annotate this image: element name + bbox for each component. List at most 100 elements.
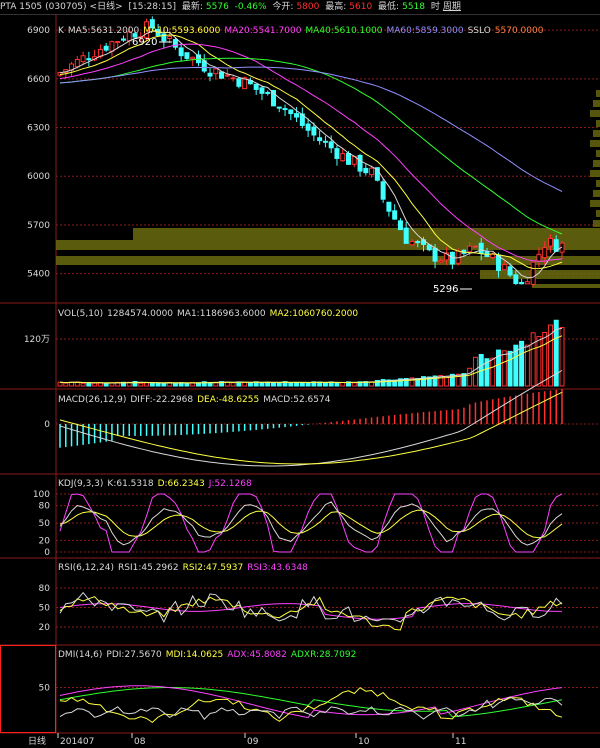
volume-bar	[270, 382, 276, 387]
candle-body	[207, 72, 213, 77]
candle-body	[438, 260, 444, 263]
candle-body	[230, 77, 236, 80]
vol-legend-item-1: 1284574.0000	[107, 309, 173, 319]
main-y-tick-1: 6600	[27, 75, 50, 85]
price-band-4	[532, 284, 600, 288]
volume-bar	[351, 382, 357, 387]
dmi-legend-item-4: ADXR:28.7092	[291, 650, 356, 660]
kdj-legend-item-1: K:61.5318	[107, 479, 153, 489]
rsi1-line	[59, 591, 563, 624]
main-legend-item-7: 5570.0000	[495, 26, 544, 36]
rsi-legend-item-0: RSI(6,12,24)	[58, 563, 114, 573]
candle-body	[328, 141, 334, 149]
macd-y-tick-0: 0	[44, 420, 50, 430]
main-y-tick-5: 5400	[27, 270, 50, 280]
kdj-y-tick-4: 0	[44, 548, 50, 558]
kdj-j-line	[59, 493, 563, 553]
kdj-legend-item-0: KDJ(9,3,3)	[58, 479, 103, 489]
main-y-tick-2: 6300	[27, 124, 50, 134]
volume-bar	[247, 382, 253, 387]
candle-body	[547, 237, 553, 247]
candle-body	[415, 241, 421, 244]
dmi-pdi-line	[59, 696, 563, 720]
macd-legend-item-2: DEA:-48.6255	[197, 395, 259, 405]
candle-body	[103, 45, 109, 51]
rsi-y-tick-1: 50	[39, 604, 51, 614]
volume-bar	[230, 382, 236, 387]
candle-body	[322, 140, 328, 143]
volume-bar	[536, 336, 542, 387]
candle-body	[478, 242, 484, 255]
main-legend-item-3: MA20:5541.7000	[224, 26, 301, 36]
rsi-legend-item-1: RSI1:45.2962	[118, 563, 179, 573]
volume-bar	[172, 382, 178, 387]
candle-body	[369, 167, 375, 176]
vol-legend-item-2: MA1:1186963.6000	[177, 309, 266, 319]
volume-bar	[288, 382, 294, 387]
kdj-y-tick-1: 80	[39, 502, 51, 512]
profile-bar-13	[593, 220, 600, 227]
main-legend-item-4: MA40:5610.1000	[305, 26, 382, 36]
kline-chart[interactable]: 6900 6600 6300 6000 5700 5400 6920 5296 K MA5:563…	[0, 0, 600, 748]
rsi-y-tick-0: 80	[39, 584, 51, 594]
candle-body	[403, 227, 409, 244]
volume-bar	[501, 350, 507, 387]
candle-body	[167, 35, 173, 39]
profile-bar-8	[590, 170, 600, 177]
volume-bar	[542, 332, 548, 387]
volume-bar	[149, 382, 155, 387]
candle-body	[190, 56, 196, 60]
ma60-line	[59, 66, 563, 192]
candle-body	[490, 253, 496, 259]
main-y-tick-0: 6900	[27, 26, 50, 36]
x-axis-period: 日线	[28, 735, 46, 747]
volume-bar	[276, 381, 282, 387]
candle-body	[530, 261, 536, 285]
candle-body	[219, 71, 225, 79]
candle-body	[259, 87, 265, 94]
candle-body	[340, 153, 346, 162]
candle-body	[392, 210, 398, 220]
main-y-tick-3: 6000	[27, 172, 50, 182]
main-legend-item-5: MA60:5859.3000	[387, 26, 464, 36]
candle-body	[536, 253, 542, 262]
candle-body	[115, 40, 121, 44]
macd-legend-item-1: DIFF:-22.2968	[130, 395, 193, 405]
candle-body	[513, 274, 519, 284]
candle-body	[507, 266, 513, 276]
dmi-mdi-line	[59, 687, 563, 724]
volume-bar	[63, 382, 69, 387]
candle-body	[472, 245, 478, 248]
profile-bar-10	[593, 190, 600, 197]
low-marker: 5296	[433, 284, 458, 295]
profile-bar-7	[593, 160, 600, 167]
dmi-legend-item-1: PDI:27.5670	[106, 650, 162, 660]
candle-body	[311, 126, 317, 136]
volume-bar	[144, 382, 150, 387]
candle-body	[224, 74, 230, 77]
candle-body	[253, 83, 259, 90]
candle-body	[305, 123, 311, 131]
volume-bar	[334, 382, 340, 387]
candle-body	[276, 106, 282, 109]
kdj-legend-item-2: D:66.2343	[158, 479, 205, 489]
candle-body	[357, 155, 363, 172]
volume-bar	[294, 381, 300, 387]
volume-bar	[322, 382, 328, 387]
volume-bar	[490, 357, 496, 387]
candle-body	[467, 245, 473, 253]
kdj-k-line	[59, 501, 563, 546]
profile-bar-1	[593, 100, 600, 107]
candle-body	[524, 281, 530, 285]
profile-bar-0	[596, 90, 600, 97]
x-tick-label-0: 201407	[60, 737, 94, 747]
candle-body	[120, 38, 126, 41]
price-band-2	[56, 256, 600, 265]
main-legend-item-6: SSLO	[468, 26, 491, 36]
candle-body	[397, 220, 403, 231]
candle-body	[213, 68, 219, 75]
candle-body	[363, 167, 369, 174]
candle-body	[346, 152, 352, 165]
price-band-0	[133, 228, 600, 240]
candle-body	[501, 264, 507, 271]
